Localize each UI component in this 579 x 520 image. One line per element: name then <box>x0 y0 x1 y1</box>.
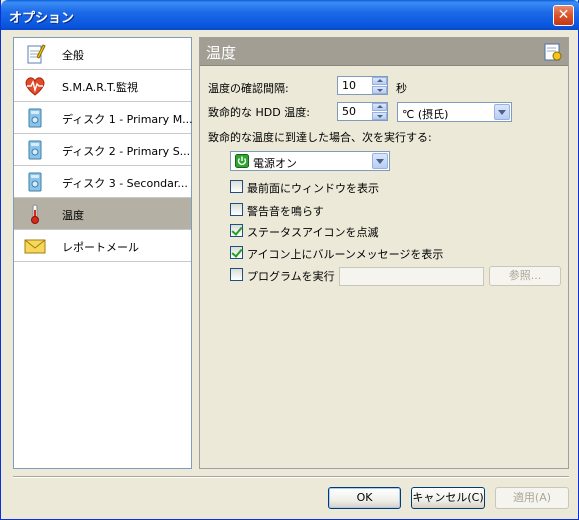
disk-icon <box>28 172 42 192</box>
sidebar-item-report-mail[interactable]: レポートメール <box>14 230 191 262</box>
sidebar-item-label: 温度 <box>62 209 84 222</box>
checkbox-box[interactable] <box>230 268 243 281</box>
checkbox-box[interactable] <box>230 203 243 216</box>
check-interval-spinner[interactable]: 10 <box>337 76 388 95</box>
check-interval-unit: 秒 <box>396 82 407 95</box>
sidebar-item-disk-2[interactable]: ディスク 2 - Primary S... <box>14 134 191 166</box>
sidebar-item-general[interactable]: 全般 <box>14 38 191 70</box>
checkbox-label: プログラムを実行 <box>247 270 335 283</box>
power-icon <box>235 154 249 168</box>
chevron-down-icon[interactable] <box>494 104 510 120</box>
settings-document-icon <box>27 44 46 64</box>
critical-action-value: 電源オン <box>253 157 297 170</box>
critical-action-select[interactable]: 電源オン <box>230 151 390 171</box>
critical-temp-spinner[interactable]: 50 <box>337 102 388 121</box>
sidebar-item-disk-1[interactable]: ディスク 1 - Primary M... <box>14 102 193 134</box>
critical-action-label: 致命的な温度に到達した場合、次を実行する: <box>208 131 432 144</box>
checkbox-box[interactable] <box>230 246 243 259</box>
ok-button[interactable]: OK <box>328 487 401 509</box>
checkbox-label: 警告音を鳴らす <box>247 205 324 218</box>
close-icon: ✕ <box>557 7 570 23</box>
spin-up-button[interactable] <box>372 77 387 85</box>
sidebar-item-label: ディスク 3 - Secondar... <box>62 177 188 190</box>
thermometer-icon <box>31 204 39 224</box>
checkbox-label: 最前面にウィンドウを表示 <box>247 182 379 195</box>
program-path-input[interactable] <box>339 267 484 286</box>
title-bar[interactable]: オプション ✕ <box>1 0 579 30</box>
sidebar-item-label: ディスク 1 - Primary M... <box>62 113 193 126</box>
checkbox-label: アイコン上にバルーンメッセージを表示 <box>247 248 444 261</box>
envelope-icon <box>24 239 46 254</box>
critical-temp-value: 50 <box>342 105 356 118</box>
heart-monitor-icon <box>25 77 45 96</box>
temperature-settings-panel: 温度 温度の確認間隔: 10 秒 致命的な HDD 温度: 50 ℃ (摂氏) … <box>199 37 569 469</box>
close-button[interactable]: ✕ <box>553 5 574 26</box>
sidebar-item-label: ディスク 2 - Primary S... <box>62 145 191 158</box>
sidebar-item-disk-3[interactable]: ディスク 3 - Secondar... <box>14 166 191 198</box>
options-category-list: 全般 S.M.A.R.T.監視 ディスク 1 - Primary M... ディ… <box>13 37 193 469</box>
apply-button[interactable]: 適用(A) <box>495 487 569 509</box>
spin-up-button[interactable] <box>372 103 387 111</box>
help-icon[interactable] <box>543 42 563 62</box>
chevron-down-icon[interactable] <box>372 153 388 169</box>
panel-title: 温度 <box>206 44 237 62</box>
disk-icon <box>28 140 42 160</box>
temperature-unit-select[interactable]: ℃ (摂氏) <box>397 102 512 122</box>
check-interval-label: 温度の確認間隔: <box>208 82 289 95</box>
disk-icon <box>28 108 42 128</box>
sidebar-item-temperature[interactable]: 温度 <box>14 198 191 230</box>
sidebar-item-label: S.M.A.R.T.監視 <box>62 81 138 94</box>
temperature-unit-value: ℃ (摂氏) <box>402 108 449 121</box>
spin-down-button[interactable] <box>372 86 387 94</box>
panel-header: 温度 <box>200 38 568 66</box>
options-dialog: オプション ✕ 全般 S.M.A.R.T.監視 ディスク 1 - Primary… <box>0 0 579 520</box>
browse-button[interactable]: 参照... <box>489 266 561 286</box>
critical-temp-label: 致命的な HDD 温度: <box>208 106 310 119</box>
window-title: オプション <box>9 11 75 26</box>
sidebar-item-smart[interactable]: S.M.A.R.T.監視 <box>14 70 191 102</box>
sidebar-item-label: 全般 <box>62 49 84 62</box>
checkbox-box[interactable] <box>230 224 243 237</box>
spin-down-button[interactable] <box>372 112 387 120</box>
sidebar-item-label: レポートメール <box>62 241 139 254</box>
check-interval-value: 10 <box>342 79 356 92</box>
cancel-button[interactable]: キャンセル(C) <box>411 487 485 509</box>
checkbox-box[interactable] <box>230 180 243 193</box>
footer-separator <box>13 476 569 478</box>
checkbox-label: ステータスアイコンを点滅 <box>247 226 379 239</box>
